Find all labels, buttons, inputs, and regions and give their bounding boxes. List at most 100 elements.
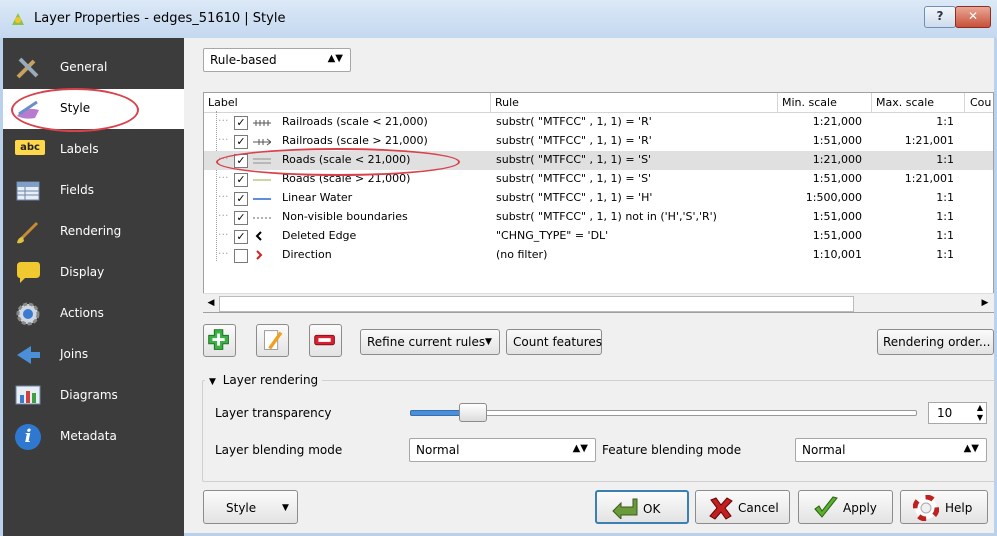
ok-arrow-icon [612,498,638,519]
sidebar-item-label: Fields [60,183,94,197]
transparency-slider-handle[interactable] [459,403,487,422]
scroll-right-icon[interactable]: ▶ [978,296,992,310]
refine-rules-button[interactable]: Refine current rules ▼ [360,329,500,355]
table-icon [16,181,40,201]
column-header-rule[interactable]: Rule [495,96,519,109]
table-row[interactable]: ··· ✓ Deleted Edge "CHNG_TYPE" = 'DL' 1:51,0… [204,227,993,246]
cancel-label: Cancel [738,501,779,515]
layer-rendering-title: Layer rendering [222,373,319,387]
collapse-triangle-icon: ▼ [209,377,216,387]
speech-bubble-icon [17,262,40,283]
title-help-button[interactable]: ? [924,6,956,28]
tree-branch: ··· [218,171,229,184]
rules-table[interactable]: Label Rule Min. scale Max. scale Cou ···… [203,92,994,313]
sidebar-item-diagrams[interactable]: Diagrams [3,376,184,416]
transparency-value: 10 [937,406,953,420]
column-header-min-scale[interactable]: Min. scale [782,96,837,109]
style-highlight-annotation [11,88,139,132]
table-row[interactable]: ··· ✓ Non-visible boundaries substr( "MTFCC… [204,208,993,227]
rule-checkbox[interactable]: ✓ [234,116,248,130]
rule-checkbox[interactable]: ✓ [234,230,248,244]
style-menu-button[interactable]: Style ▼ [203,490,298,524]
spin-arrows-icon[interactable]: ▲ ▼ [977,403,983,423]
rule-min-scale: 1:500,000 [805,191,862,204]
scroll-thumb[interactable] [219,296,854,312]
lifebuoy-icon [913,495,939,521]
table-row[interactable]: ··· ✓ Railroads (scale < 21,000) substr( "M… [204,113,993,132]
minus-icon [314,334,335,346]
sidebar-item-fields[interactable]: Fields [3,171,184,211]
rule-min-scale: 1:10,001 [812,248,862,261]
rule-symbol-icon [253,174,271,187]
rule-expression: substr( "MTFCC" , 1, 1) = 'S' [496,172,652,185]
renderer-type-select[interactable]: Rule-based ▲▼ [203,48,351,72]
rendering-order-label: Rendering order... [883,335,991,349]
remove-rule-button[interactable] [309,324,342,357]
rule-label: Railroads (scale > 21,000) [282,134,428,147]
rule-label: Non-visible boundaries [282,210,408,223]
rule-checkbox[interactable]: ✓ [234,173,248,187]
transparency-spinbox[interactable]: 10 ▲ ▼ [928,402,987,424]
cancel-button[interactable]: Cancel [695,490,790,524]
title-close-button[interactable]: ✕ [955,6,991,28]
sidebar-item-label: Rendering [60,224,122,238]
style-menu-label: Style [226,501,257,515]
sidebar-item-joins[interactable]: Joins [3,335,184,375]
column-header-max-scale[interactable]: Max. scale [876,96,934,109]
sidebar-item-label: Metadata [60,429,117,443]
column-divider [490,93,491,112]
sidebar-item-display[interactable]: Display [3,253,184,293]
tree-branch: ··· [218,209,229,222]
sidebar-item-label: Display [60,265,105,279]
column-header-count[interactable]: Cou [970,96,991,109]
rule-max-scale: 1:1 [936,229,954,242]
count-features-button[interactable]: Count features [506,329,602,355]
labels-icon: abc [15,140,45,155]
rule-min-scale: 1:51,000 [812,172,862,185]
apply-button[interactable]: Apply [798,490,893,524]
rule-checkbox[interactable]: ✓ [234,192,248,206]
column-header-label[interactable]: Label [208,96,238,109]
sidebar-item-labels[interactable]: abc Labels [3,130,184,170]
sidebar-item-label: Diagrams [60,388,118,402]
rule-max-scale: 1:21,001 [904,172,954,185]
ok-button[interactable]: OK [595,490,689,524]
rule-checkbox[interactable]: ✓ [234,211,248,225]
rule-expression: substr( "MTFCC" , 1, 1) not in ('H','S',… [496,210,717,223]
rule-checkbox[interactable]: ✓ [234,135,248,149]
sidebar-item-label: Labels [60,142,99,156]
rule-symbol-icon [253,250,271,263]
table-row[interactable]: ··· ✓ Linear Water substr( "MTFCC" , 1, 1) … [204,189,993,208]
info-icon: i [15,424,41,450]
dropdown-arrow-icon: ▼ [282,503,289,513]
sidebar-item-label: Actions [60,306,104,320]
rule-expression: "CHNG_TYPE" = 'DL' [496,229,609,242]
sidebar-item-metadata[interactable]: i Metadata [3,417,184,457]
roads-highlight-annotation [216,148,460,176]
sidebar-item-rendering[interactable]: Rendering [3,212,184,252]
help-button[interactable]: Help [900,490,988,524]
window-title: Layer Properties - edges_51610 | Style [34,11,286,26]
rendering-order-button[interactable]: Rendering order... [877,329,994,355]
rule-symbol-icon [253,117,271,130]
rule-min-scale: 1:21,000 [812,153,862,166]
tools-icon [16,57,39,79]
rule-expression: substr( "MTFCC" , 1, 1) = 'S' [496,153,652,166]
rule-checkbox[interactable] [234,249,248,263]
layer-blending-select[interactable]: Normal ▲▼ [409,438,596,462]
table-row[interactable]: ··· Direction (no filter) 1:10,001 1:1 [204,246,993,265]
rule-label: Railroads (scale < 21,000) [282,115,428,128]
add-rule-button[interactable] [203,324,236,357]
feature-blending-label: Feature blending mode [602,443,742,457]
horizontal-scrollbar[interactable]: ◀ ▶ [203,293,994,312]
rule-expression: substr( "MTFCC" , 1, 1) = 'R' [496,134,652,147]
scroll-left-icon[interactable]: ◀ [204,296,218,310]
cancel-x-icon [709,497,733,520]
updown-arrow-icon: ▲▼ [963,443,979,454]
edit-rule-button[interactable] [256,324,289,357]
feature-blending-select[interactable]: Normal ▲▼ [795,438,987,462]
sidebar-item-general[interactable]: General [3,48,184,88]
layer-rendering-header[interactable]: ▼ Layer rendering [205,373,323,387]
tree-branch: ··· [218,133,229,146]
sidebar-item-actions[interactable]: Actions [3,294,184,334]
